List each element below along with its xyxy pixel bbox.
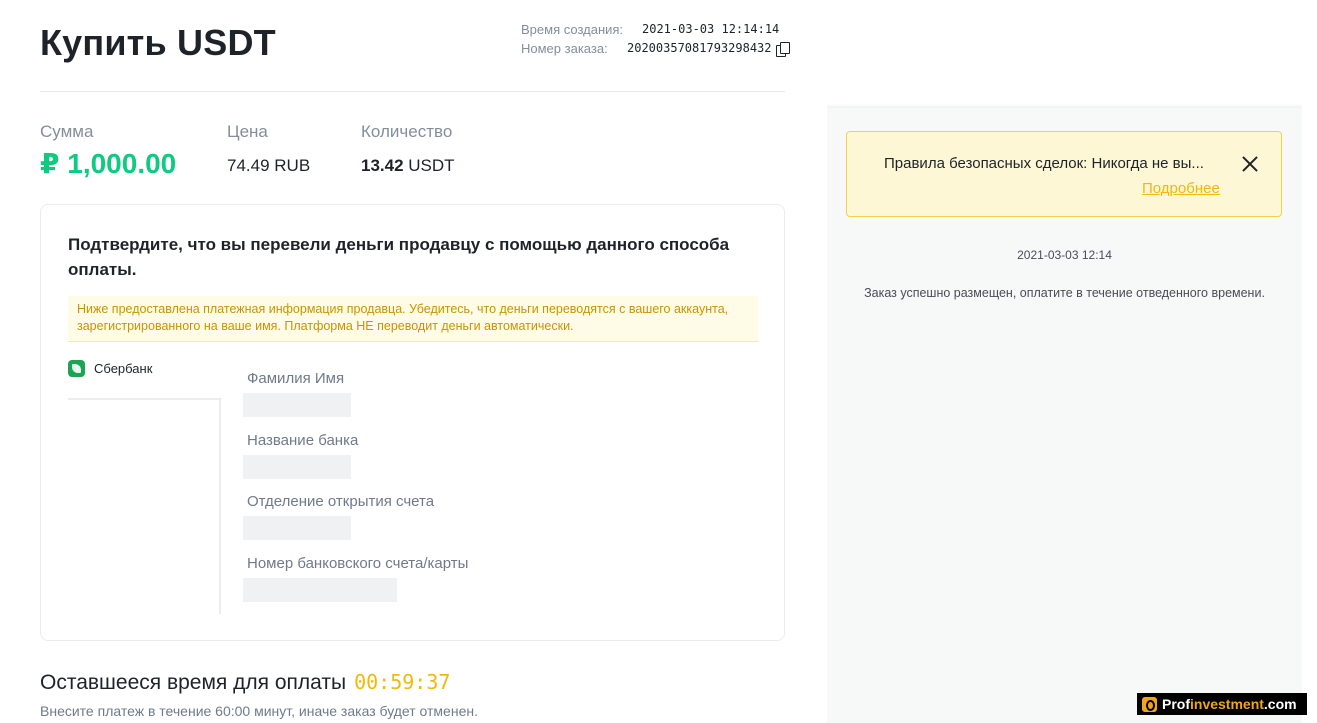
- payment-method-divider: [68, 398, 220, 400]
- payment-method-vertical-divider: [219, 398, 221, 614]
- remaining-time-label: Оставшееся время для оплаты: [40, 671, 347, 694]
- quantity-value: 13.42 USDT: [361, 156, 455, 176]
- chat-system-message: Заказ успешно размещен, оплатите в течен…: [864, 286, 1265, 300]
- payment-deadline-note: Внесите платеж в течение 60:00 минут, ин…: [40, 703, 478, 719]
- page-title: Купить USDT: [40, 22, 276, 63]
- field-value-placeholder[interactable]: [243, 578, 397, 602]
- quantity-unit: USDT: [408, 156, 455, 175]
- quantity-label: Количество: [361, 122, 453, 141]
- countdown-timer: 00:59:37: [354, 670, 451, 694]
- watermark-part1: Prof: [1162, 696, 1190, 712]
- safety-banner: Правила безопасных сделок: Никогда не вы…: [846, 131, 1282, 217]
- watermark-logo-icon: [1142, 696, 1157, 712]
- safety-banner-text: Правила безопасных сделок: Никогда не вы…: [884, 155, 1204, 172]
- quantity-stat: Количество 13.42 USDT: [361, 122, 455, 176]
- field-label: Название банка: [247, 432, 359, 449]
- field-full-name: Фамилия Имя: [243, 370, 351, 417]
- price-stat: Цена 74.49 RUB: [227, 122, 310, 176]
- chat-panel: Правила безопасных сделок: Никогда не вы…: [827, 108, 1302, 723]
- chat-message-time: 2021-03-03 12:14: [1017, 248, 1112, 262]
- created-time-label: Время создания:: [521, 22, 624, 37]
- field-value-placeholder[interactable]: [243, 455, 351, 479]
- payment-method-tab-sberbank[interactable]: Сбербанк: [68, 360, 152, 377]
- watermark: Prof investment .com: [1137, 693, 1307, 715]
- copy-icon[interactable]: [775, 41, 790, 57]
- order-meta: Время создания: 2021-03-03 12:14:14 Номе…: [521, 20, 790, 58]
- field-label: Номер банковского счета/карты: [247, 555, 469, 572]
- order-number-value: 20200357081793298432: [627, 41, 772, 55]
- created-time-row: Время создания: 2021-03-03 12:14:14: [521, 20, 789, 39]
- more-link[interactable]: Подробнее: [1142, 180, 1220, 197]
- sum-label: Сумма: [40, 122, 94, 141]
- payment-method-label: Сбербанк: [94, 361, 153, 376]
- sberbank-icon: [68, 360, 85, 377]
- field-value-placeholder[interactable]: [243, 516, 351, 540]
- order-number-label: Номер заказа:: [521, 41, 608, 56]
- remaining-time: Оставшееся время для оплаты 00:59:37: [40, 670, 450, 695]
- header-divider: [40, 91, 785, 92]
- close-icon[interactable]: [1240, 154, 1260, 174]
- field-account-number: Номер банковского счета/карты: [243, 555, 469, 602]
- payment-heading: Подтвердите, что вы перевели деньги прод…: [68, 235, 730, 279]
- payment-notice: Ниже предоставлена платежная информация …: [68, 296, 758, 342]
- order-number-row: Номер заказа: 20200357081793298432: [521, 39, 790, 58]
- watermark-part3: .com: [1263, 696, 1297, 712]
- created-time-value: 2021-03-03 12:14:14: [642, 22, 780, 36]
- sum-stat: Сумма ₽ 1,000.00: [40, 122, 176, 180]
- field-label: Отделение открытия счета: [247, 493, 435, 510]
- price-label: Цена: [227, 122, 268, 141]
- payment-card: Подтвердите, что вы перевели деньги прод…: [40, 204, 785, 641]
- field-branch: Отделение открытия счета: [243, 493, 435, 540]
- field-value-placeholder[interactable]: [243, 393, 351, 417]
- field-label: Фамилия Имя: [247, 370, 345, 387]
- price-value: 74.49 RUB: [227, 156, 311, 175]
- watermark-part2: investment: [1190, 696, 1264, 712]
- field-bank-name: Название банка: [243, 432, 359, 479]
- quantity-number: 13.42: [361, 156, 404, 175]
- sum-value: ₽ 1,000.00: [40, 148, 177, 179]
